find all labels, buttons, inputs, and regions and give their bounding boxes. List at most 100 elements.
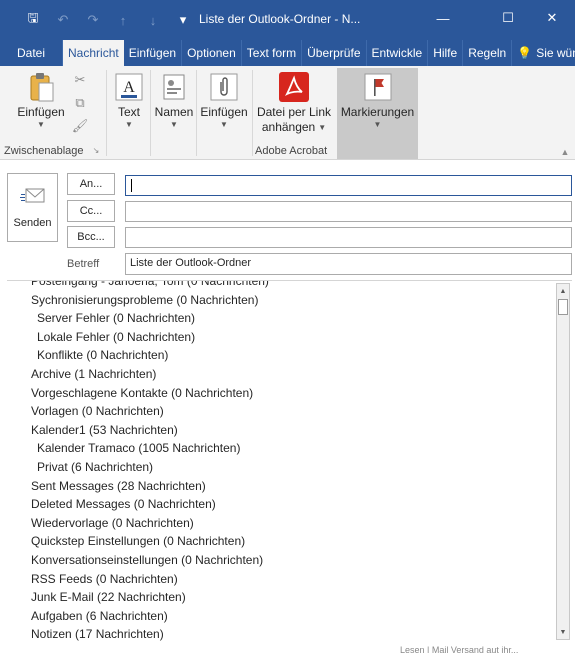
send-button[interactable]: Senden [7,173,58,242]
scroll-thumb[interactable] [558,299,568,315]
undo-icon[interactable]: ↶ [48,10,78,30]
list-item: Archive (1 Nachrichten) [31,366,157,381]
tab-entwicklertools[interactable]: Entwickle [367,40,429,66]
tab-optionen[interactable]: Optionen [182,40,242,66]
tell-me-label: Sie wünsc [536,46,575,60]
attach-by-link-label-line2: anhängen [261,120,316,134]
scroll-down-icon[interactable]: ▼ [557,625,569,639]
list-item: Sychronisierungsprobleme (0 Nachrichten) [31,292,259,307]
list-item: Sent Messages (28 Nachrichten) [31,478,206,493]
format-painter-icon[interactable]: 🖌 [72,118,89,134]
tab-ueberpruefen[interactable]: Überprüfe [302,40,367,66]
chevron-down-icon: ▼ [220,120,228,129]
clipboard-group-label: Zwischenablage [4,145,84,157]
ribbon: Einfügen ▼ ✂ ⧉ 🖌 Zwischenablage ↘ A Text… [0,66,575,160]
group-separator [106,70,107,156]
attach-by-link-label-row: anhängen ▼ [262,120,326,135]
message-body[interactable]: Posteingang - Jahoena, Tom (0 Nachrichte… [7,280,572,643]
maximize-button[interactable]: ☐ [485,6,531,30]
font-icon: A [114,72,144,102]
window-title: Liste der Outlook-Ordner - N... [199,12,361,26]
customize-qat-icon[interactable]: ▾ [168,10,198,30]
address-book-icon [159,72,189,102]
to-button[interactable]: An... [67,173,115,195]
tab-datei[interactable]: Datei [0,40,64,66]
dialog-launcher-icon[interactable]: ↘ [91,145,101,155]
collapse-ribbon-icon[interactable]: ▲ [557,144,573,160]
list-item: Junk E-Mail (22 Nachrichten) [31,590,186,605]
background-text: Lesen | Mail Versand aut ihr... [400,645,519,653]
flag-icon [363,72,393,102]
list-item: Vorlagen (0 Nachrichten) [31,404,164,419]
list-item: Lokale Fehler (0 Nachrichten) [37,329,196,344]
bcc-field[interactable] [125,227,572,248]
group-separator [150,70,151,156]
list-item: Aufgaben (6 Nachrichten) [31,608,168,623]
previous-item-icon[interactable]: ↑ [108,10,138,30]
ribbon-tabs: Datei Nachricht Einfügen Optionen Text f… [0,38,575,66]
list-item: Konflikte (0 Nachrichten) [37,348,169,363]
bcc-button[interactable]: Bcc... [67,226,115,248]
to-field[interactable] [125,175,572,196]
list-item: Deleted Messages (0 Nachrichten) [31,497,216,512]
chevron-down-icon: ▼ [125,120,133,129]
scroll-up-icon[interactable]: ▲ [557,284,569,298]
subject-field[interactable]: Liste der Outlook-Ordner [125,253,572,275]
background-window-strip: Lesen | Mail Versand aut ihr... [0,643,575,653]
lightbulb-icon: 💡 [517,46,533,60]
close-button[interactable]: ✕ [529,6,575,30]
tab-hilfe[interactable]: Hilfe [428,40,464,66]
list-item: Privat (6 Nachrichten) [37,459,154,474]
next-item-icon[interactable]: ↓ [138,10,168,30]
list-item: Server Fehler (0 Nachrichten) [37,311,196,326]
tab-regeln[interactable]: Regeln [463,40,513,66]
flags-content: Markierungen ▼ [337,72,418,130]
chevron-down-icon: ▼ [37,120,45,129]
chevron-down-icon: ▼ [170,120,178,129]
attach-by-link-button[interactable]: Datei per Link anhängen ▼ [254,72,334,135]
copy-icon[interactable]: ⧉ [72,95,88,111]
names-label: Namen [154,105,194,119]
save-icon[interactable]: 🖫 [18,10,48,30]
clipboard-icon [26,72,56,102]
cc-field[interactable] [125,201,572,222]
send-mail-icon [19,186,46,211]
text-cursor [131,179,132,192]
compose-header: Senden An... Cc... Bcc... Betreff Liste … [0,161,575,276]
flags-button[interactable]: Markierungen ▼ [337,68,418,159]
cc-button[interactable]: Cc... [67,200,115,222]
vertical-scrollbar[interactable]: ▲ ▼ [556,283,570,640]
list-item: Posteingang - Jahoena, Tom (0 Nachrichte… [31,280,269,288]
paste-button[interactable]: Einfügen ▼ [14,72,68,130]
svg-text:A: A [123,79,135,96]
tab-text-formatieren[interactable]: Text form [242,40,303,66]
redo-icon[interactable]: ↷ [78,10,108,30]
folder-list: Posteingang - Jahoena, Tom (0 Nachrichte… [7,280,269,643]
adobe-acrobat-group: Datei per Link anhängen ▼ Adobe Acrobat [252,66,336,160]
names-button[interactable]: Namen ▼ [152,72,196,130]
tab-nachricht[interactable]: Nachricht [63,40,124,66]
text-label: Text [117,105,140,119]
title-bar: 🖫 ↶ ↷ ↑ ↓ ▾ Liste der Outlook-Ordner - N… [0,0,575,38]
list-item: Notizen (17 Nachrichten) [31,627,164,642]
clipboard-group: Einfügen ▼ ✂ ⧉ 🖌 Zwischenablage ↘ [0,66,106,160]
tell-me-search[interactable]: 💡 Sie wünsc [512,40,575,66]
flags-label: Markierungen [340,105,415,119]
chevron-down-icon: ▼ [318,122,327,132]
list-item: Konversationseinstellungen (0 Nachrichte… [31,552,264,567]
list-item: Vorgeschlagene Kontakte (0 Nachrichten) [31,385,254,400]
list-item: RSS Feeds (0 Nachrichten) [31,571,178,586]
list-item: Quickstep Einstellungen (0 Nachrichten) [31,534,246,549]
list-item: Kalender1 (53 Nachrichten) [31,422,178,437]
minimize-button[interactable]: — [420,6,466,30]
quick-access-toolbar: 🖫 ↶ ↷ ↑ ↓ ▾ [18,10,198,30]
subject-label: Betreff [67,258,100,270]
cut-icon[interactable]: ✂ [72,72,88,88]
send-label: Senden [13,217,52,229]
chevron-down-icon: ▼ [373,120,382,129]
insert-button[interactable]: Einfügen ▼ [198,72,250,130]
tab-einfuegen[interactable]: Einfügen [124,40,183,66]
insert-label: Einfügen [200,105,248,119]
text-button[interactable]: A Text ▼ [110,72,148,130]
acrobat-group-label: Adobe Acrobat [255,145,328,157]
